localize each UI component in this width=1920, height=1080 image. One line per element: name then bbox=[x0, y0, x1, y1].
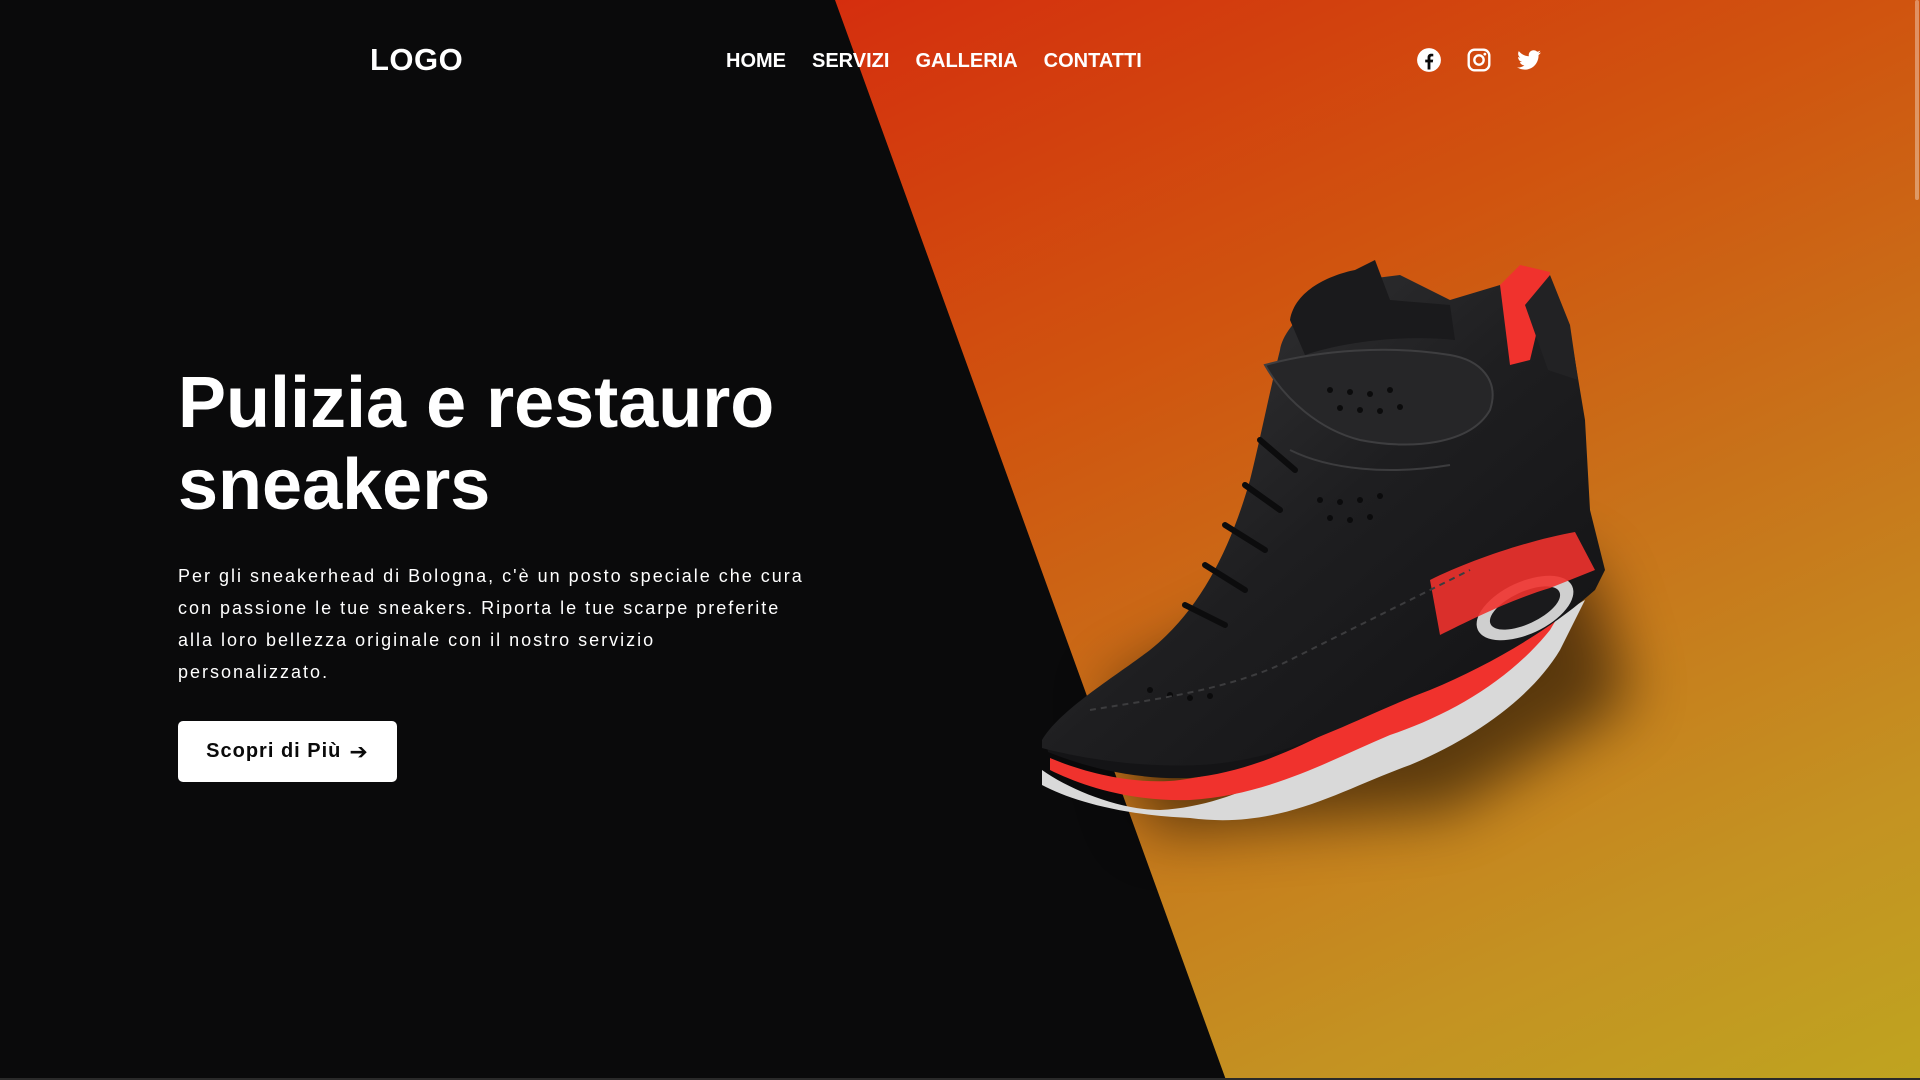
arrow-right-icon: ➔ bbox=[349, 738, 369, 764]
instagram-icon[interactable] bbox=[1466, 47, 1492, 73]
discover-more-button[interactable]: Scopri di Più ➔ bbox=[178, 721, 397, 782]
main-nav: HOME SERVIZI GALLERIA CONTATTI bbox=[726, 50, 1142, 73]
hero-description: Per gli sneakerhead di Bologna, c'è un p… bbox=[178, 566, 804, 682]
logo[interactable]: LOGO bbox=[370, 42, 463, 78]
page-scrollbar[interactable] bbox=[1914, 0, 1920, 1080]
sneaker-image bbox=[1030, 260, 1650, 840]
landing-page: LOGO HOME SERVIZI GALLERIA CONTATTI Puli… bbox=[0, 0, 1920, 1080]
scrollbar-thumb[interactable] bbox=[1915, 0, 1919, 200]
facebook-icon[interactable] bbox=[1416, 47, 1442, 73]
nav-item-home[interactable]: HOME bbox=[726, 50, 786, 73]
social-links bbox=[1416, 47, 1542, 73]
nav-item-servizi[interactable]: SERVIZI bbox=[812, 50, 889, 73]
nav-item-galleria[interactable]: GALLERIA bbox=[915, 50, 1017, 73]
hero-title: Pulizia e restauro sneakers bbox=[178, 363, 775, 525]
cta-label: Scopri di Più bbox=[206, 740, 342, 762]
nav-item-contatti[interactable]: CONTATTI bbox=[1044, 50, 1142, 73]
twitter-icon[interactable] bbox=[1516, 47, 1542, 73]
